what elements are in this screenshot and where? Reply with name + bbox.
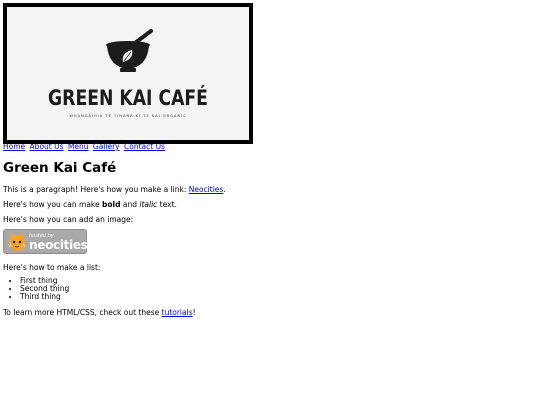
neocities-link[interactable]: Neocities	[189, 185, 224, 194]
example-list: First thing Second thing Third thing	[3, 277, 69, 301]
paragraph-text: This is a paragraph! Here's how you make…	[3, 185, 189, 194]
nav-link-menu[interactable]: Menu	[68, 142, 89, 151]
badge-neocities-label: neocities	[29, 238, 88, 252]
paragraph-text: Here's how you can make	[3, 200, 102, 209]
nav-link-contact-us[interactable]: Contact Us	[124, 142, 165, 151]
nav-link-about-us[interactable]: About Us	[30, 142, 64, 151]
hosted-by-neocities-badge: hosted by neocities	[3, 229, 88, 254]
paragraph-link: This is a paragraph! Here's how you make…	[3, 185, 226, 194]
paragraph-text: and	[120, 200, 140, 209]
bowl-icon	[106, 29, 153, 72]
italic-text: italic	[139, 200, 158, 209]
nav-link-home[interactable]: Home	[3, 142, 25, 151]
tutorials-link[interactable]: tutorials	[162, 308, 193, 317]
nav-link-gallery[interactable]: Gallery	[93, 142, 120, 151]
paragraph-text: To learn more HTML/CSS, check out these	[3, 308, 162, 317]
neocities-cat-icon	[8, 233, 26, 251]
paragraph-formatting: Here's how you can make bold and italic …	[3, 200, 177, 209]
paragraph-image: Here's how you can add an image:	[3, 215, 134, 224]
paragraph-tutorials: To learn more HTML/CSS, check out these …	[3, 308, 196, 317]
paragraph-text: !	[192, 308, 196, 317]
top-nav: Home About Us Menu Gallery Contact Us	[3, 142, 167, 151]
brand-name: GREEN KAI CAFÉ	[48, 86, 208, 110]
list-item: Third thing	[20, 293, 69, 301]
page-title: Green Kai Café	[3, 160, 117, 176]
paragraph-text: text.	[157, 200, 177, 209]
paragraph-text: .	[223, 185, 226, 194]
brand-tagline: WHANGAIHIA TE TINANA KI TE KAI ORGANIC	[69, 114, 187, 118]
bold-text: bold	[102, 200, 121, 209]
cafe-logo-banner: GREEN KAI CAFÉ WHANGAIHIA TE TINANA KI T…	[3, 3, 253, 144]
paragraph-list-intro: Here's how to make a list:	[3, 263, 101, 272]
